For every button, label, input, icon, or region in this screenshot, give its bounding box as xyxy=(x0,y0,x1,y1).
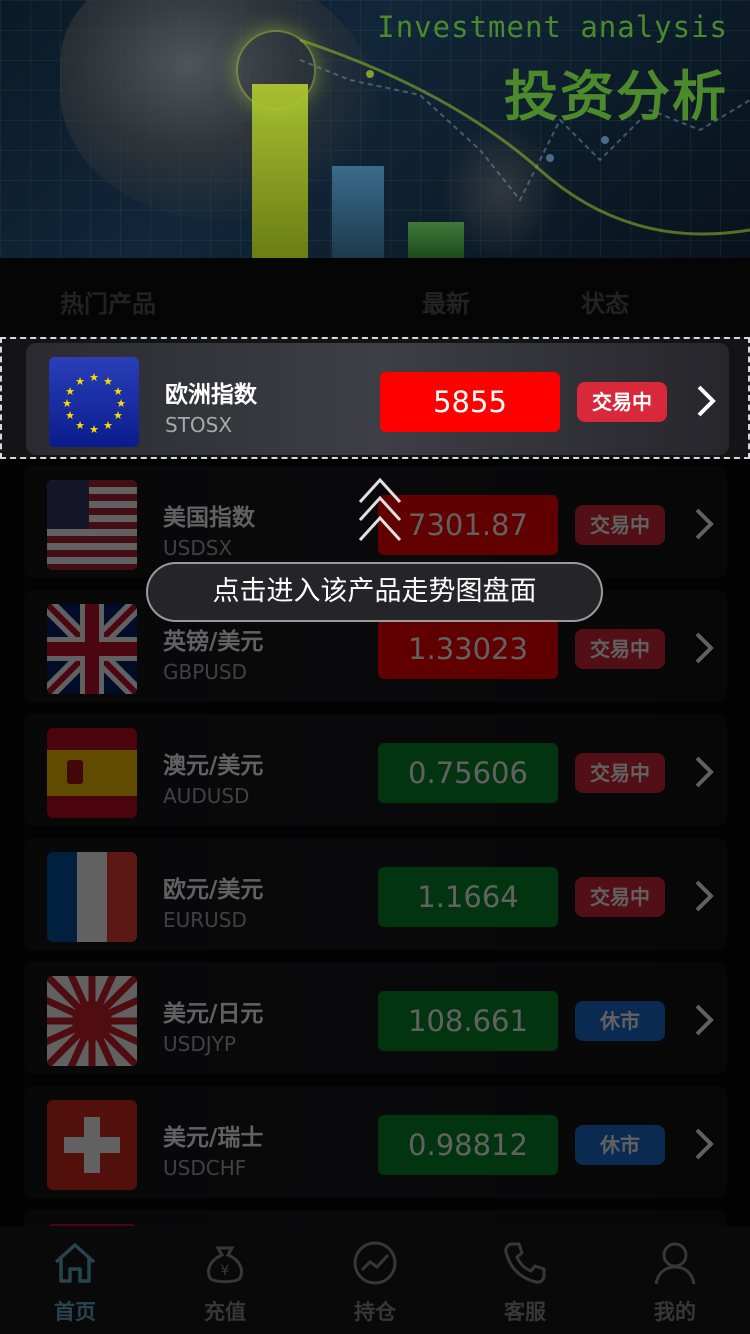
product-code: GBPUSD xyxy=(163,660,248,684)
product-price: 1.1664 xyxy=(378,867,558,927)
status-badge: 休市 xyxy=(575,1125,665,1165)
status-badge: 交易中 xyxy=(575,505,665,545)
svg-text:★: ★ xyxy=(65,409,75,422)
uk-flag-icon xyxy=(47,604,137,694)
status-badge: 休市 xyxy=(575,1001,665,1041)
product-name: 美元/日元 xyxy=(163,1001,264,1027)
us-flag-icon xyxy=(47,480,137,570)
svg-text:★: ★ xyxy=(103,419,113,432)
status-badge: 交易中 xyxy=(575,877,665,917)
banner-title-en: Investment analysis xyxy=(377,10,728,44)
product-name: 澳元/美元 xyxy=(163,753,264,779)
chevron-right-icon xyxy=(695,508,714,540)
tab-label: 充值 xyxy=(204,1300,246,1324)
svg-text:★: ★ xyxy=(89,371,99,384)
product-price: 0.98812 xyxy=(378,1115,558,1175)
tab-mine[interactable]: 我的 xyxy=(600,1226,750,1334)
svg-text:¥: ¥ xyxy=(221,1263,230,1279)
product-price: 1.33023 xyxy=(378,619,558,679)
guide-tooltip[interactable]: 点击进入该产品走势图盘面 xyxy=(146,562,603,622)
product-row-usdjyp[interactable]: 美元/日元 USDJYP 108.661 休市 xyxy=(24,962,727,1074)
svg-text:★: ★ xyxy=(75,419,85,432)
spain-flag-icon xyxy=(47,728,137,818)
chevron-right-icon xyxy=(695,1004,714,1036)
product-code: USDJYP xyxy=(163,1032,236,1056)
product-row-audusd[interactable]: 澳元/美元 AUDUSD 0.75606 交易中 xyxy=(24,714,727,826)
swiss-flag-icon xyxy=(47,1100,137,1190)
chevron-right-icon xyxy=(695,880,714,912)
svg-text:★: ★ xyxy=(89,423,99,436)
product-price: 108.661 xyxy=(378,991,558,1051)
tab-label: 首页 xyxy=(54,1300,96,1324)
home-icon xyxy=(54,1243,96,1283)
phone-icon xyxy=(504,1242,546,1284)
status-badge: 交易中 xyxy=(575,753,665,793)
product-price: 0.75606 xyxy=(378,743,558,803)
tab-home[interactable]: 首页 xyxy=(0,1226,150,1334)
product-code: AUDUSD xyxy=(163,784,250,808)
product-name: 欧元/美元 xyxy=(163,877,264,903)
japan-flag-icon xyxy=(47,976,137,1066)
status-badge: 交易中 xyxy=(575,629,665,669)
svg-text:★: ★ xyxy=(113,409,123,422)
chart-circle-icon xyxy=(353,1241,397,1285)
header-hot-products: 热门产品 xyxy=(60,290,156,318)
svg-text:★: ★ xyxy=(65,385,75,398)
france-flag-icon xyxy=(47,852,137,942)
header-latest: 最新 xyxy=(422,290,470,318)
product-name: 美国指数 xyxy=(163,505,255,531)
product-name: 欧洲指数 xyxy=(165,382,257,408)
tab-bar: 首页 ¥ 充值 持仓 客服 我的 xyxy=(0,1226,750,1334)
banner-title-cn: 投资分析 xyxy=(504,65,728,128)
chevron-right-icon xyxy=(695,1128,714,1160)
banner: Investment analysis 投资分析 xyxy=(0,0,750,258)
svg-text:★: ★ xyxy=(103,375,113,388)
product-code: USDCHF xyxy=(163,1156,247,1180)
chevron-right-icon xyxy=(695,756,714,788)
product-name: 美元/瑞士 xyxy=(163,1125,264,1151)
svg-text:★: ★ xyxy=(75,375,85,388)
product-price: 5855 xyxy=(380,372,560,432)
tab-service[interactable]: 客服 xyxy=(450,1226,600,1334)
svg-text:★: ★ xyxy=(62,397,72,410)
chevron-right-icon xyxy=(697,385,716,417)
product-code: STOSX xyxy=(165,413,233,437)
user-icon xyxy=(654,1242,696,1285)
product-name: 英镑/美元 xyxy=(163,629,264,655)
double-chevron-up-icon xyxy=(358,477,402,542)
header-status: 状态 xyxy=(581,290,629,318)
product-code: USDSX xyxy=(163,536,233,560)
product-row-eurusd[interactable]: 欧元/美元 EURUSD 1.1664 交易中 xyxy=(24,838,727,950)
list-header: 热门产品 最新 状态 xyxy=(0,258,750,338)
money-bag-icon: ¥ xyxy=(207,1246,243,1284)
tab-label: 我的 xyxy=(654,1300,696,1324)
guide-highlight[interactable]: ★ ★ ★ ★ ★ ★ ★ ★ ★ ★ ★ ★ 欧洲指数 STOSX 5855 交易中 xyxy=(0,337,750,459)
tab-label: 客服 xyxy=(504,1300,546,1324)
tab-label: 持仓 xyxy=(354,1300,396,1324)
status-badge: 交易中 xyxy=(577,382,667,422)
product-row-stosx[interactable]: ★ ★ ★ ★ ★ ★ ★ ★ ★ ★ ★ ★ 欧洲指数 STOSX 5855 交易中 xyxy=(26,343,729,455)
eu-flag-icon: ★ ★ ★ ★ ★ ★ ★ ★ ★ ★ ★ ★ xyxy=(49,357,139,447)
product-code: EURUSD xyxy=(163,908,247,932)
tab-recharge[interactable]: ¥ 充值 xyxy=(150,1226,300,1334)
chevron-right-icon xyxy=(695,632,714,664)
tab-positions[interactable]: 持仓 xyxy=(300,1226,450,1334)
product-row-usdchf[interactable]: 美元/瑞士 USDCHF 0.98812 休市 xyxy=(24,1086,727,1198)
